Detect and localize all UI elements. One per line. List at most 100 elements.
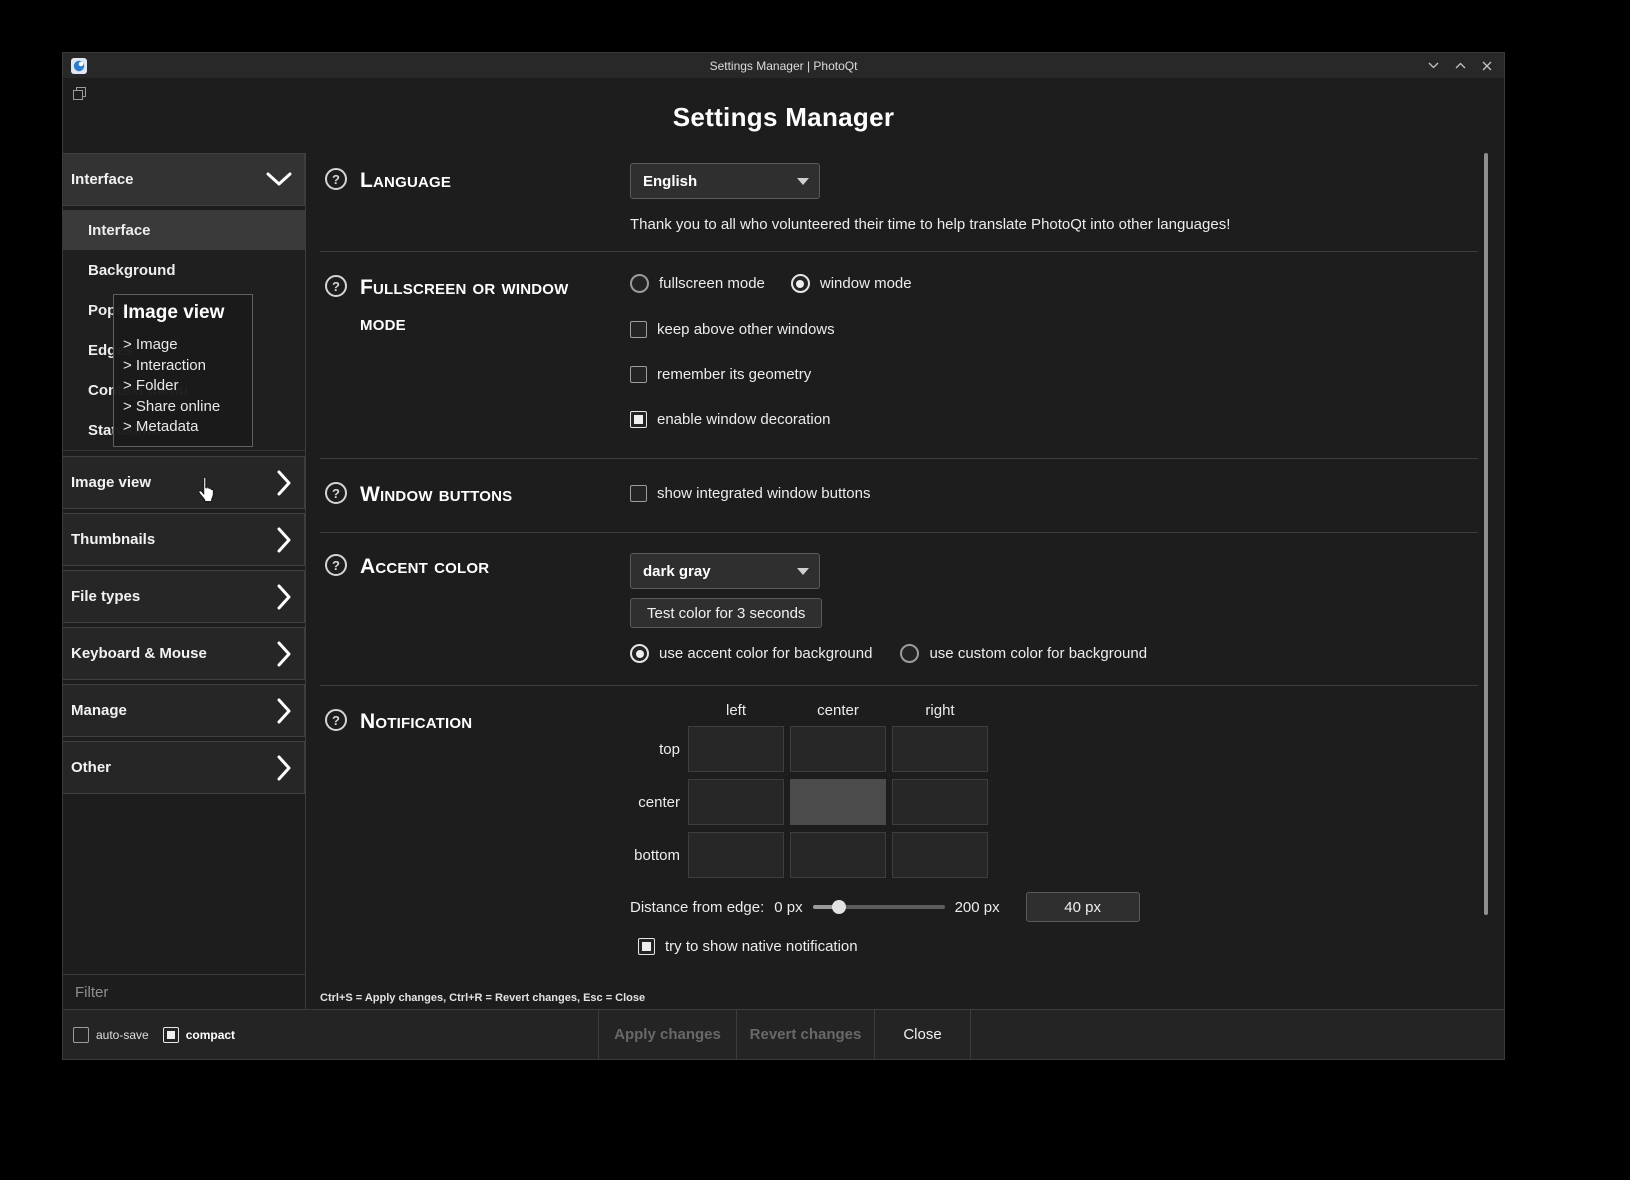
notif-cell-bottom-left[interactable]: [688, 832, 784, 878]
detach-window-icon[interactable]: [72, 86, 87, 106]
minimize-icon[interactable]: [1428, 62, 1439, 69]
help-icon[interactable]: ?: [325, 709, 347, 731]
main-body: Interface Interface Background Popout Ed…: [63, 153, 1504, 1009]
help-icon[interactable]: ?: [325, 168, 347, 190]
grid-row-label-center: center: [630, 794, 682, 811]
tooltip-item-folder: > Folder: [123, 376, 243, 397]
notif-cell-center-center[interactable]: [790, 779, 886, 825]
option-label: show integrated window buttons: [657, 485, 870, 502]
revert-changes-button[interactable]: Revert changes: [736, 1010, 874, 1059]
category-label: Keyboard & Mouse: [71, 645, 207, 662]
notif-cell-top-left[interactable]: [688, 726, 784, 772]
notif-cell-bottom-right[interactable]: [892, 832, 988, 878]
sidebar-item-manage[interactable]: Manage: [63, 684, 305, 737]
notif-cell-top-right[interactable]: [892, 726, 988, 772]
dropdown-arrow-icon: [797, 568, 809, 575]
checkbox-checked-icon: [638, 938, 655, 955]
radio-icon: [900, 644, 919, 663]
notif-cell-center-left[interactable]: [688, 779, 784, 825]
section-title-accent-color: Accent color: [360, 549, 489, 585]
accent-background-radio[interactable]: use accent color for background: [630, 644, 872, 663]
grid-col-label-left: left: [688, 702, 784, 719]
photoqt-logo-icon: [71, 58, 87, 74]
sidebar-item-interface[interactable]: Interface: [63, 153, 305, 206]
section-language: ? Language English Thank you to all who …: [320, 153, 1478, 252]
test-color-button[interactable]: Test color for 3 seconds: [630, 598, 822, 628]
tooltip-item-metadata: > Metadata: [123, 417, 243, 438]
heading-row: Settings Manager: [63, 78, 1504, 153]
checkbox-checked-icon: [163, 1027, 179, 1043]
titlebar[interactable]: Settings Manager | PhotoQt: [63, 53, 1504, 78]
distance-max-label: 200 px: [955, 899, 1000, 916]
fullscreen-mode-radio[interactable]: fullscreen mode: [630, 274, 765, 293]
distance-slider[interactable]: [813, 905, 945, 909]
sidebar-subitem-background[interactable]: Background: [63, 250, 305, 290]
page-title: Settings Manager: [63, 78, 1504, 133]
distance-value-button[interactable]: 40 px: [1026, 892, 1140, 922]
accent-color-dropdown[interactable]: dark gray: [630, 553, 820, 589]
remember-geometry-checkbox[interactable]: remember its geometry: [630, 366, 1478, 383]
notif-cell-bottom-center[interactable]: [790, 832, 886, 878]
native-notification-checkbox[interactable]: try to show native notification: [630, 938, 1478, 955]
section-title-notification: Notification: [360, 704, 472, 740]
settings-content: ? Language English Thank you to all who …: [306, 153, 1504, 1009]
option-label: window mode: [820, 275, 912, 292]
window-title: Settings Manager | PhotoQt: [63, 59, 1504, 73]
keep-above-checkbox[interactable]: keep above other windows: [630, 321, 1478, 338]
bottom-bar: auto-save compact Apply changes Revert c…: [63, 1009, 1504, 1059]
help-icon[interactable]: ?: [325, 482, 347, 504]
maximize-icon[interactable]: [1455, 62, 1466, 69]
checkbox-icon: [630, 366, 647, 383]
category-label: File types: [71, 588, 140, 605]
category-label: Thumbnails: [71, 531, 155, 548]
sidebar-item-keyboard-mouse[interactable]: Keyboard & Mouse: [63, 627, 305, 680]
help-icon[interactable]: ?: [325, 554, 347, 576]
chevron-down-icon: [266, 172, 292, 187]
chevron-right-icon: [277, 584, 292, 610]
help-icon[interactable]: ?: [325, 275, 347, 297]
window-mode-radio[interactable]: window mode: [791, 274, 912, 293]
notif-cell-top-center[interactable]: [790, 726, 886, 772]
checkbox-icon: [73, 1027, 89, 1043]
translate-note: Thank you to all who volunteered their t…: [630, 216, 1478, 233]
option-label: try to show native notification: [665, 938, 858, 955]
slider-handle[interactable]: [832, 900, 846, 914]
custom-background-radio[interactable]: use custom color for background: [900, 644, 1147, 663]
category-label: Image view: [71, 474, 151, 491]
distance-label: Distance from edge:: [630, 899, 764, 916]
auto-save-checkbox[interactable]: auto-save: [73, 1027, 149, 1043]
sidebar-subitem-interface[interactable]: Interface: [63, 210, 305, 250]
checkbox-checked-icon: [630, 411, 647, 428]
sidebar-item-other[interactable]: Other: [63, 741, 305, 794]
accent-color-dropdown-value: dark gray: [643, 563, 711, 580]
language-dropdown-value: English: [643, 173, 697, 190]
compact-checkbox[interactable]: compact: [163, 1027, 235, 1043]
chevron-right-icon: [277, 698, 292, 724]
notif-cell-center-right[interactable]: [892, 779, 988, 825]
integrated-window-buttons-checkbox[interactable]: show integrated window buttons: [630, 485, 1478, 502]
section-title-window-buttons: Window buttons: [360, 477, 512, 513]
sidebar-item-image-view[interactable]: Image view: [63, 456, 305, 509]
grid-row-label-bottom: bottom: [630, 847, 682, 864]
category-label: Interface: [71, 171, 134, 188]
section-fullscreen-window-mode: ? Fullscreen or window mode fullscreen m…: [320, 252, 1478, 459]
sidebar-item-thumbnails[interactable]: Thumbnails: [63, 513, 305, 566]
language-dropdown[interactable]: English: [630, 163, 820, 199]
sidebar-item-file-types[interactable]: File types: [63, 570, 305, 623]
image-view-tooltip: Image view > Image > Interaction > Folde…: [113, 294, 253, 447]
close-icon[interactable]: [1482, 61, 1492, 71]
dropdown-arrow-icon: [797, 178, 809, 185]
close-button[interactable]: Close: [874, 1010, 971, 1059]
bottom-buttons: Apply changes Revert changes Close: [598, 1010, 971, 1059]
chevron-right-icon: [277, 755, 292, 781]
filter-input[interactable]: [73, 983, 295, 1002]
category-label: Other: [71, 759, 111, 776]
window-decoration-checkbox[interactable]: enable window decoration: [630, 411, 1478, 428]
category-label: Manage: [71, 702, 127, 719]
option-label: enable window decoration: [657, 411, 830, 428]
tooltip-item-share-online: > Share online: [123, 397, 243, 418]
apply-changes-button[interactable]: Apply changes: [598, 1010, 736, 1059]
option-label: compact: [186, 1028, 235, 1042]
grid-row-label-top: top: [630, 741, 682, 758]
content-scrollbar[interactable]: [1484, 153, 1488, 915]
